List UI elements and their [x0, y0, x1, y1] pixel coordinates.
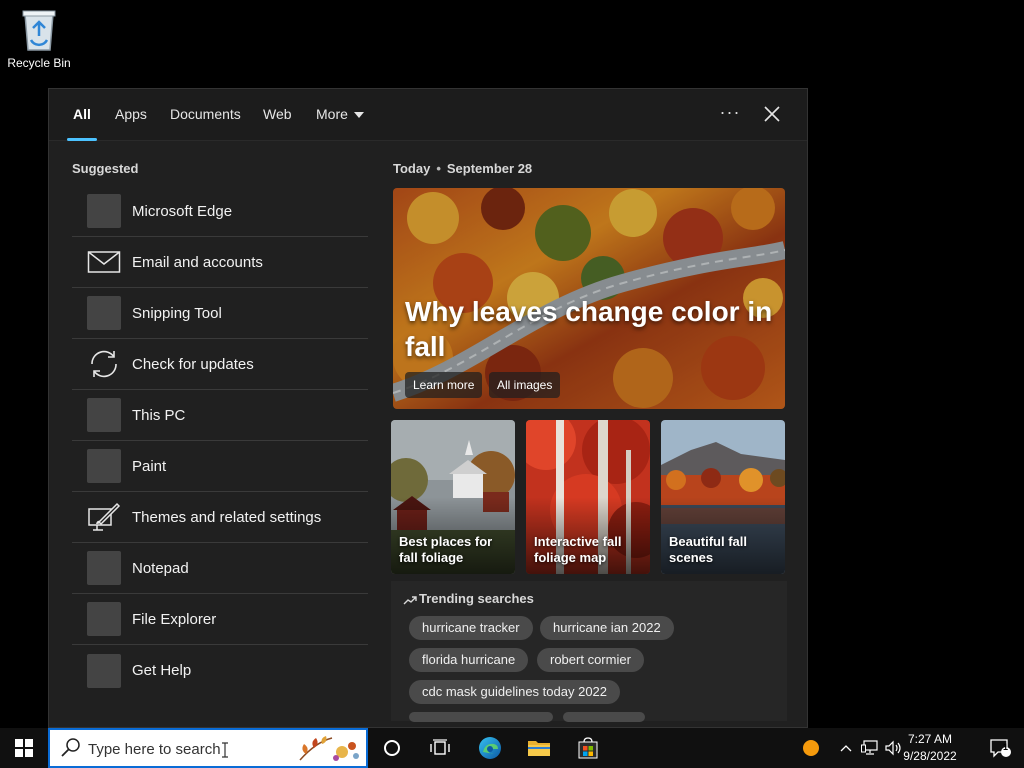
trending-searches: Trending searches hurricane tracker hurr…: [391, 581, 787, 722]
hero-card[interactable]: Why leaves change color in fall Learn mo…: [393, 188, 785, 409]
trending-chip[interactable]: florida hurricane: [409, 648, 529, 672]
cortana-circle-icon: [384, 740, 400, 756]
taskbar: 7:27 AM 9/28/2022 1: [0, 728, 1024, 768]
suggested-item-label: This PC: [132, 406, 186, 424]
search-icon: [61, 738, 80, 757]
suggested-item-microsoft-edge[interactable]: Microsoft Edge: [72, 186, 368, 237]
suggested-item-label: Get Help: [132, 662, 192, 679]
tab-more[interactable]: More: [316, 89, 364, 141]
windows-logo-icon: [15, 739, 33, 757]
trending-chip-partial[interactable]: [409, 712, 553, 722]
tab-apps[interactable]: Apps: [115, 89, 147, 141]
tab-more-label: More: [316, 106, 348, 122]
trending-chip[interactable]: hurricane tracker: [409, 616, 533, 640]
snipping-tool-icon: [87, 296, 121, 330]
clock-time: 7:27 AM: [907, 732, 953, 746]
topic-card-foliage-map[interactable]: Interactive fall foliage map: [526, 420, 650, 574]
hero-title: Why leaves change color in fall: [405, 296, 773, 362]
suggested-item-this-pc[interactable]: This PC: [72, 390, 368, 441]
store-icon: [578, 737, 598, 759]
file-explorer-icon: [87, 602, 121, 636]
task-view-button[interactable]: [416, 728, 464, 768]
trending-title-label: Trending searches: [419, 591, 534, 606]
sync-icon: [87, 347, 121, 381]
today-date: September 28: [446, 161, 533, 176]
suggested-item-file-explorer[interactable]: File Explorer: [72, 594, 368, 645]
today-section: Today • September 28 Why leaves change c…: [391, 161, 787, 722]
taskbar-file-explorer-button[interactable]: [515, 728, 563, 768]
topic-card-best-places[interactable]: Best places for fall foliage: [391, 420, 515, 574]
more-options-icon[interactable]: ···: [715, 99, 745, 129]
suggested-item-label: Microsoft Edge: [132, 202, 233, 220]
today-header: Today • September 28: [393, 161, 533, 176]
suggested-item-get-help[interactable]: Get Help: [72, 645, 368, 696]
tab-documents[interactable]: Documents: [170, 89, 241, 141]
search-panel: All Apps Documents Web More ··· Suggeste…: [48, 88, 808, 728]
network-icon[interactable]: [857, 728, 883, 768]
trending-chip[interactable]: cdc mask guidelines today 2022: [409, 680, 621, 704]
suggested-item-themes[interactable]: Themes and related settings: [72, 492, 368, 543]
search-tabs-bar: All Apps Documents Web More ···: [49, 89, 807, 141]
trending-title: Trending searches: [403, 591, 534, 606]
trending-chip-partial[interactable]: [563, 712, 645, 722]
edge-app-icon: [87, 194, 121, 228]
suggested-item-label: File Explorer: [132, 610, 217, 628]
get-help-icon: [87, 653, 121, 688]
suggested-item-paint[interactable]: Paint: [72, 441, 368, 492]
paint-icon: [87, 449, 121, 483]
taskbar-edge-button[interactable]: [466, 728, 514, 768]
recycle-bin-shortcut[interactable]: Recycle Bin: [4, 6, 74, 70]
edge-icon: [479, 737, 501, 759]
tab-all[interactable]: All: [67, 89, 97, 141]
text-cursor-icon: [222, 742, 228, 758]
action-center-button[interactable]: 1: [976, 728, 1024, 768]
taskbar-store-button[interactable]: [564, 728, 612, 768]
suggested-item-notepad[interactable]: Notepad: [72, 543, 368, 594]
topic-card-fall-scenes[interactable]: Beautiful fall scenes: [661, 420, 785, 574]
suggested-list: Microsoft Edge Email and accounts Snippi…: [72, 186, 368, 696]
card-caption: Beautiful fall scenes: [669, 534, 748, 565]
trending-up-icon: [403, 595, 417, 605]
this-pc-icon: [87, 398, 121, 432]
autumn-leaves-doodle-icon: [299, 736, 359, 761]
suggested-item-label: Notepad: [132, 559, 189, 577]
suggested-section: Suggested Microsoft Edge Email and accou…: [72, 161, 368, 696]
suggested-title: Suggested: [72, 161, 139, 176]
mail-icon: [87, 245, 121, 279]
topic-cards: Best places for fall foliage Interactive…: [391, 420, 787, 574]
suggested-item-email-and-accounts[interactable]: Email and accounts: [72, 237, 368, 288]
suggested-item-label: Themes and related settings: [132, 508, 322, 526]
recycle-bin-label: Recycle Bin: [7, 56, 71, 70]
show-hidden-icons-chevron-up-icon[interactable]: [835, 728, 857, 768]
card-caption: Interactive fall foliage map: [534, 534, 622, 565]
suggested-item-check-for-updates[interactable]: Check for updates: [72, 339, 368, 390]
start-button[interactable]: [0, 728, 48, 768]
trending-chip[interactable]: hurricane ian 2022: [540, 616, 674, 640]
weather-status-icon[interactable]: [787, 728, 835, 768]
suggested-item-snipping-tool[interactable]: Snipping Tool: [72, 288, 368, 339]
folder-icon: [528, 741, 550, 756]
search-input[interactable]: [88, 738, 288, 760]
suggested-item-label: Check for updates: [132, 355, 254, 373]
clock-date: 9/28/2022: [903, 749, 957, 763]
recycle-bin-icon: [18, 6, 60, 52]
cortana-button[interactable]: [368, 728, 416, 768]
clock[interactable]: 7:27 AM 9/28/2022: [894, 731, 966, 765]
tab-web[interactable]: Web: [263, 89, 292, 141]
card-caption: Best places for fall foliage: [399, 534, 493, 565]
brush-icon: [87, 500, 121, 534]
notification-count-badge: 1: [1003, 742, 1009, 752]
today-label: Today: [393, 161, 431, 176]
learn-more-button[interactable]: Learn more: [405, 372, 483, 398]
all-images-button[interactable]: All images: [489, 372, 561, 398]
suggested-item-label: Email and accounts: [132, 253, 263, 271]
trending-chip[interactable]: robert cormier: [537, 648, 644, 672]
taskbar-search-box[interactable]: [48, 728, 368, 768]
close-icon[interactable]: [757, 99, 787, 129]
caret-down-icon: [353, 112, 364, 119]
suggested-item-label: Paint: [132, 457, 167, 475]
notepad-icon: [87, 551, 121, 585]
suggested-item-label: Snipping Tool: [132, 304, 222, 322]
task-view-icon: [430, 739, 450, 755]
